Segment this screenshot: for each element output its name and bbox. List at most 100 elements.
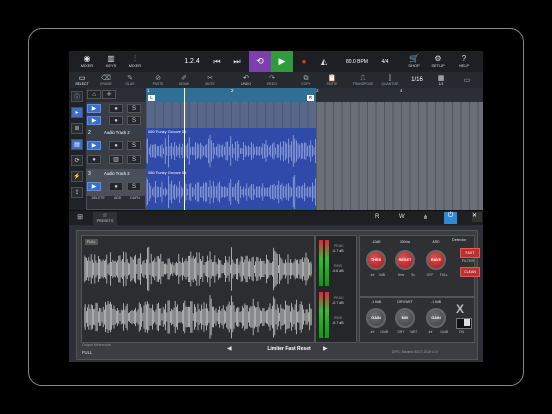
solo-button[interactable]: S — [127, 116, 141, 125]
playhead[interactable] — [184, 88, 185, 210]
play-track-button[interactable]: ▶ — [87, 141, 101, 150]
presets-tab[interactable]: ☆ PRESETS — [93, 212, 117, 225]
on-toggle[interactable] — [456, 318, 472, 329]
meter-bar-r — [325, 292, 329, 338]
play-track-button[interactable]: ▶ — [87, 182, 101, 191]
delete-track-button[interactable]: DELETE — [92, 196, 105, 209]
sliders-button[interactable]: ⫶ MIXER — [125, 53, 145, 70]
track-header-1[interactable]: ▶ ● S ▶ ● S — [86, 102, 146, 129]
zoom-button[interactable]: ▭ — [457, 73, 477, 87]
list-icon: ≣ — [74, 126, 80, 132]
shop-button[interactable]: 🛒 SHOP — [405, 53, 423, 70]
forward-button[interactable]: ⏭ — [229, 53, 245, 70]
setup-button[interactable]: ⚙ SETUP — [429, 53, 447, 70]
grid-select[interactable]: ▦ 1/4 — [431, 73, 451, 87]
gain-out-knob[interactable]: GAIN — [426, 308, 446, 328]
track-lane-1[interactable] — [146, 102, 483, 129]
duplicate-track-button[interactable]: DUPLI — [130, 196, 140, 209]
clean-button[interactable]: CLEAN — [460, 267, 480, 277]
clip-waveform — [146, 134, 316, 168]
record-button[interactable]: ● — [295, 53, 313, 70]
tracks-view-button[interactable]: ▤ — [71, 139, 83, 150]
info-button[interactable]: ⓘ — [71, 91, 83, 102]
audio-clip[interactable]: 080 Funky Groove 01 — [146, 128, 316, 169]
quantize-button[interactable]: ⫿ QUANTIZE — [379, 73, 401, 87]
draw-tool[interactable]: ✐ DRAW — [175, 73, 193, 87]
loop-button[interactable]: ⟲ — [249, 51, 271, 72]
left-tool-column: ⓘ ▸ ≣ ▤ ⟳ ⚡ ⇪ — [69, 88, 86, 210]
brand-logo-icon: X — [456, 302, 465, 316]
position-display[interactable]: 1.2.4 — [177, 53, 207, 70]
detector-label: Detector — [452, 238, 467, 242]
power-icon[interactable]: ⏻ — [444, 212, 457, 224]
copy-icon: ⧉ — [303, 74, 309, 82]
solo-button[interactable]: S — [127, 182, 141, 191]
erase-tool[interactable]: ⌫ ERASE — [97, 73, 115, 87]
eq-tab[interactable]: ⊞ — [73, 213, 87, 224]
paste-tool[interactable]: ⊘ PASTE — [149, 73, 167, 87]
loop-end-marker[interactable]: R — [307, 95, 314, 101]
thrs-title: -10dB — [371, 240, 381, 244]
mute-button[interactable]: ● — [109, 116, 123, 125]
mode-button[interactable]: ⌂ — [87, 90, 101, 99]
audio-clip[interactable]: 080 Funky Groove 01 — [146, 169, 316, 210]
split-button[interactable]: ✛ — [102, 90, 116, 99]
preset-name[interactable]: Limiter Fast Reset — [249, 346, 329, 352]
track-lane-2[interactable]: 080 Funky Groove 01 — [146, 128, 483, 170]
keys-button[interactable]: ▥ KEYS — [101, 53, 121, 70]
reset-knob[interactable]: RESET — [395, 250, 415, 270]
gain-in-knob[interactable]: GAIN — [366, 308, 386, 328]
add-track-button[interactable]: ▸ — [71, 107, 83, 118]
select-tool[interactable]: ▭ SELECT — [73, 73, 91, 87]
close-icon[interactable]: ✕ — [472, 212, 482, 222]
write-button[interactable]: W — [399, 214, 409, 223]
signature-display[interactable]: 4/4 — [377, 53, 393, 70]
loops-button[interactable]: ⟳ — [71, 155, 83, 166]
bpm-display[interactable]: 80.0 BPM — [339, 53, 375, 70]
mute-button[interactable]: ● — [109, 141, 123, 150]
play-track-button[interactable]: ▶ — [87, 104, 101, 113]
play-button[interactable]: ▶ — [271, 51, 293, 72]
transpose-button[interactable]: ⎍ TRANSPOSE — [351, 73, 375, 87]
fast-button[interactable]: FAST — [460, 248, 480, 258]
track-header-3[interactable]: 3 Audio Track 2 ▶ ● S DELETE ADD DUPLI — [86, 169, 146, 211]
empty-region[interactable] — [146, 102, 316, 128]
undo-button[interactable]: ↶ UNDO — [237, 73, 255, 87]
loop-start-marker[interactable]: L — [148, 95, 155, 101]
prev-preset-button[interactable]: ◀ — [227, 345, 232, 352]
glue-tool[interactable]: ✎ GLUE — [121, 73, 139, 87]
track-header-2[interactable]: 2 Audio Track 2 ▶ ● S ● ▥ S — [86, 128, 146, 170]
full-tab[interactable]: FULL — [85, 239, 98, 245]
sliders-icon: ⫶ — [134, 54, 136, 63]
paste-button[interactable]: 📋 PASTE — [323, 73, 341, 87]
thrs-knob[interactable]: THRS — [366, 250, 386, 270]
solo-button[interactable]: S — [127, 104, 141, 113]
metronome-button[interactable]: ◭ — [315, 53, 333, 70]
mixer-button[interactable]: ◉ MIXER — [77, 53, 97, 70]
settings-mini-button[interactable]: S — [127, 155, 141, 164]
export-button[interactable]: ⇪ — [71, 187, 83, 198]
help-button[interactable]: ? HELP — [455, 53, 473, 70]
pencil-icon: ✐ — [181, 74, 187, 82]
browser-button[interactable]: ≣ — [71, 123, 83, 134]
rave-knob[interactable]: RAVE — [426, 250, 446, 270]
redo-button[interactable]: ↷ REDO — [263, 73, 281, 87]
mute-tool[interactable]: ✂ MUTE — [201, 73, 219, 87]
solo-button[interactable]: S — [127, 141, 141, 150]
mute-button[interactable]: ● — [109, 104, 123, 113]
grid-value[interactable]: 1/16 — [407, 73, 427, 87]
fx-button[interactable]: ⚡ — [71, 171, 83, 182]
mute-button[interactable]: ● — [109, 182, 123, 191]
track-button[interactable]: ▶ — [87, 116, 101, 125]
routing-icon[interactable]: ⋔ — [423, 214, 433, 223]
add-track-button[interactable]: ADD — [114, 196, 121, 209]
next-preset-button[interactable]: ▶ — [323, 345, 328, 352]
track-lane-3[interactable]: 080 Funky Groove 01 — [146, 169, 483, 211]
copy-button[interactable]: ⧉ COPY — [297, 73, 315, 87]
mixer-mini-button[interactable]: ▥ — [109, 155, 123, 164]
rewind-button[interactable]: ⏮ — [209, 53, 225, 70]
meter-value: -9.7 dB — [332, 321, 344, 325]
read-button[interactable]: R — [375, 214, 385, 223]
record-arm-button[interactable]: ● — [87, 155, 101, 164]
mix-knob[interactable]: MIX — [395, 308, 415, 328]
